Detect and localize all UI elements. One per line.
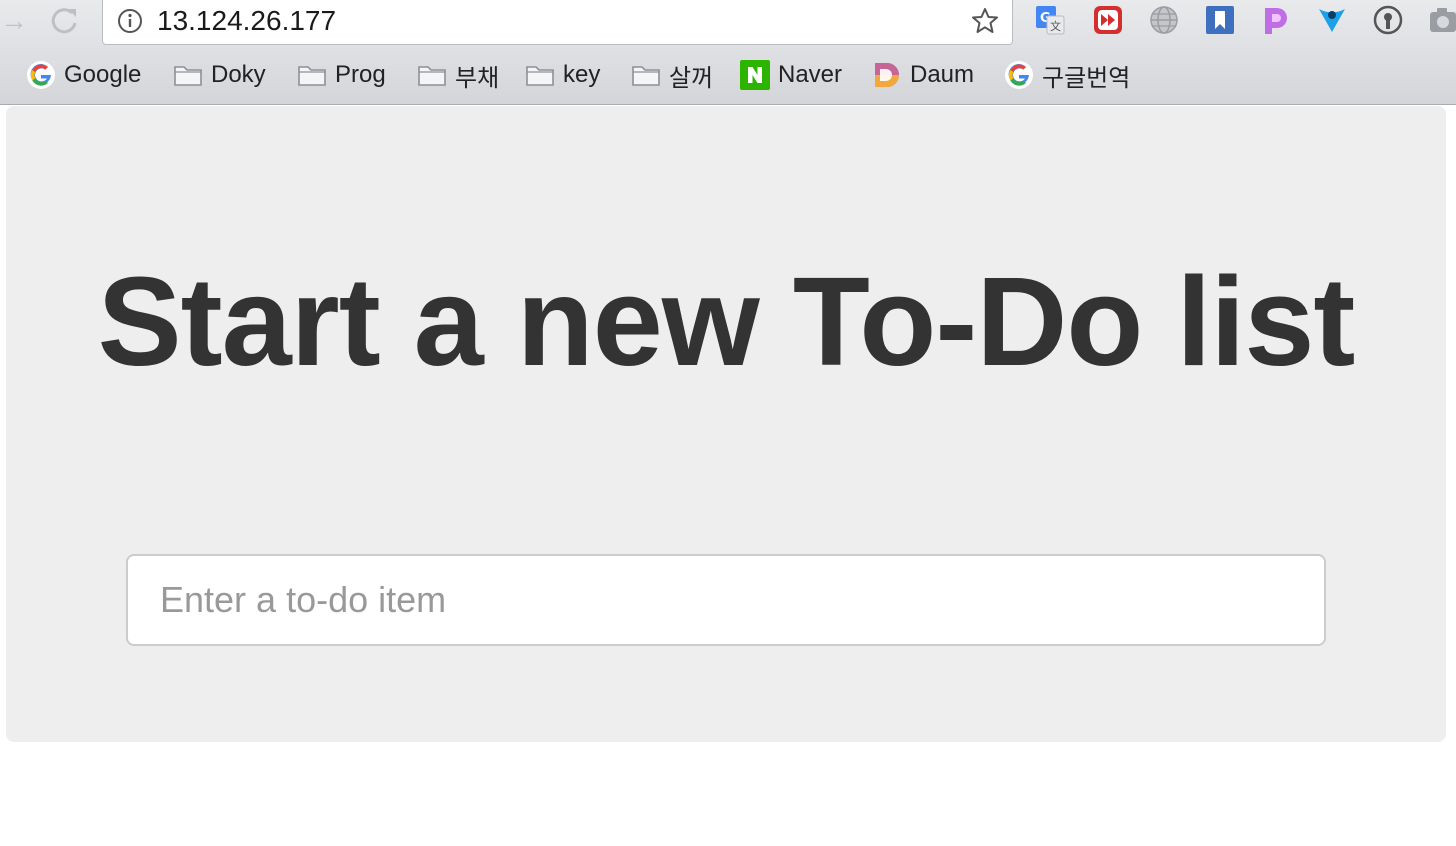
folder-icon (298, 66, 326, 86)
bookmark-label: 살꺼 (669, 63, 714, 92)
google-translate-icon[interactable]: G 文 (1034, 4, 1066, 36)
bookmark-label: Doky (211, 61, 266, 88)
folder-icon (632, 66, 660, 86)
info-icon[interactable] (117, 8, 143, 34)
bookmark-google[interactable]: Google (26, 56, 141, 94)
url-text[interactable]: 13.124.26.177 (157, 4, 336, 38)
bookmark-daum[interactable]: Daum (872, 56, 974, 94)
fast-forward-icon[interactable] (1092, 4, 1124, 36)
camera-icon[interactable] (1428, 4, 1456, 36)
page-heading: Start a new To-Do list (97, 251, 1356, 392)
bookmark-label: key (563, 61, 601, 88)
bookmark-label: 구글번역 (1042, 63, 1131, 92)
google-icon (1005, 61, 1033, 89)
reload-icon[interactable] (46, 3, 82, 39)
google-icon (27, 61, 55, 89)
star-icon[interactable] (970, 6, 1000, 36)
bookmark-folder-doky[interactable]: Doky (173, 56, 266, 94)
bookmark-label: Naver (778, 61, 843, 88)
globe-icon[interactable] (1148, 4, 1180, 36)
forward-icon[interactable]: → (0, 4, 28, 38)
bookmark-label: Daum (910, 61, 975, 88)
bookmark-folder-debt[interactable]: 부채 (417, 56, 499, 94)
vpn-icon[interactable] (1316, 4, 1348, 36)
jumbotron: Start a new To-Do list (6, 106, 1446, 742)
bookmark-label: 부채 (455, 63, 500, 92)
bookmark-folder-prog[interactable]: Prog (297, 56, 386, 94)
bookmark-folder-to-buy[interactable]: 살꺼 (631, 56, 713, 94)
pocket-icon[interactable] (1260, 4, 1292, 36)
new-item-input[interactable] (126, 554, 1326, 646)
folder-icon (174, 66, 202, 86)
password-manager-icon[interactable] (1372, 4, 1404, 36)
bookmark-icon[interactable] (1204, 4, 1236, 36)
address-bar[interactable]: 13.124.26.177 (102, 0, 1013, 45)
folder-icon (418, 66, 446, 86)
browser-chrome: → 13.124.26.177 G 文 Google Doky Prog 부채 … (0, 0, 1456, 105)
bookmark-google-translate[interactable]: 구글번역 (1004, 56, 1130, 94)
daum-icon (875, 63, 899, 87)
folder-icon (526, 66, 554, 86)
bookmark-naver[interactable]: Naver (740, 56, 842, 94)
bookmark-folder-key[interactable]: key (525, 56, 600, 94)
naver-icon (740, 60, 770, 90)
bookmark-label: Prog (335, 61, 386, 88)
svg-text:文: 文 (1050, 19, 1061, 33)
bookmark-label: Google (64, 61, 142, 88)
